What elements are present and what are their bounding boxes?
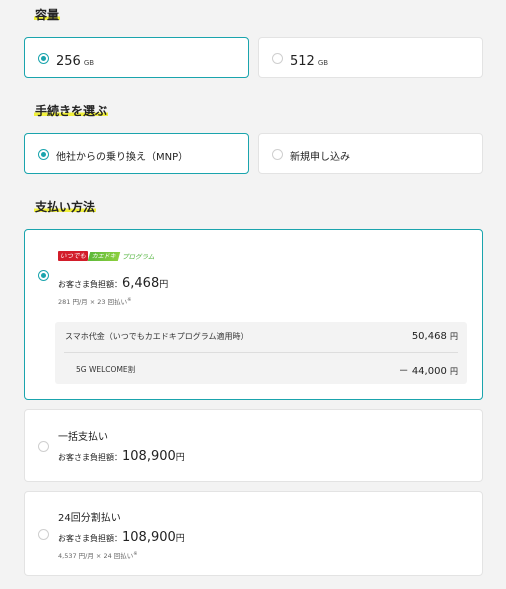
detail-unit: 円 [450, 332, 458, 341]
radio-selected-icon[interactable] [38, 53, 49, 64]
burden-label: お客さま負担額： [58, 534, 122, 543]
radio-selected-icon[interactable] [38, 149, 49, 160]
radio-unselected-icon[interactable] [38, 529, 49, 540]
detail-value-phone-price: 50,468 円 [412, 331, 458, 342]
burden-price: 108,900 [122, 449, 176, 464]
detail-label-phone-price: スマホ代金（いつでもカエドキプログラム適用時） [65, 332, 249, 341]
price-unit: 円 [175, 534, 185, 544]
procedure-heading-text: 手続きを選ぶ [34, 104, 109, 118]
logo-name-text: カエドキ [87, 251, 121, 261]
detail-label-welcome-discount: 5G WELCOME割 [76, 365, 136, 374]
price-unit: 円 [159, 280, 169, 290]
capacity-value: 512 [290, 54, 315, 69]
burden-price: 6,468 [122, 276, 160, 291]
procedure-option-mnp[interactable]: 他社からの乗り換え（MNP） [24, 133, 249, 174]
capacity-heading: 容量 [34, 8, 61, 22]
logo-suffix-text: プログラム [122, 253, 155, 261]
procedure-heading: 手続きを選ぶ [34, 104, 109, 118]
breakdown-text: 4,537 円/月 × 24 回払い [58, 552, 134, 560]
breakdown-note-mark: ※ [133, 550, 138, 557]
radio-unselected-icon[interactable] [272, 53, 283, 64]
radio-unselected-icon[interactable] [272, 149, 283, 160]
detail-value-welcome-discount: － 44,000 円 [399, 362, 458, 377]
capacity-unit: GB [83, 59, 95, 67]
procedure-option-label: 新規申し込み [290, 152, 350, 163]
kaedoki-program-logo: いつでも カエドキ プログラム [58, 250, 154, 262]
breakdown-note-mark: ※ [127, 296, 132, 303]
kaedoki-breakdown: 281 円/月 × 23 回払い※ [58, 296, 131, 306]
payment-heading-text: 支払い方法 [34, 200, 97, 214]
breakdown-text: 281 円/月 × 23 回払い [58, 298, 128, 306]
procedure-option-new[interactable]: 新規申し込み [258, 133, 483, 174]
detail-divider [64, 352, 458, 353]
burden-label: お客さま負担額： [58, 453, 122, 462]
capacity-heading-text: 容量 [34, 8, 61, 22]
logo-brand-text: いつでも [58, 251, 88, 261]
capacity-value: 256 [56, 54, 81, 69]
capacity-option-512[interactable]: 512 GB [258, 37, 483, 78]
lump-sum-burden-row: お客さま負担額： 108,900 円 [58, 449, 185, 464]
detail-value: － 44,000 [398, 366, 447, 377]
split24-title: 24回分割払い [58, 513, 121, 524]
detail-unit: 円 [450, 367, 458, 376]
procedure-option-label: 他社からの乗り換え（MNP） [56, 152, 189, 163]
burden-label: お客さま負担額： [58, 280, 122, 289]
payment-option-lump-sum[interactable] [24, 409, 483, 482]
kaedoki-burden-row: お客さま負担額： 6,468 円 [58, 276, 168, 291]
capacity-unit: GB [317, 59, 329, 67]
split24-breakdown: 4,537 円/月 × 24 回払い※ [58, 550, 137, 560]
split24-burden-row: お客さま負担額： 108,900 円 [58, 530, 185, 545]
burden-price: 108,900 [122, 530, 176, 545]
detail-value: 50,468 [411, 331, 447, 342]
payment-heading: 支払い方法 [34, 200, 97, 214]
radio-selected-icon[interactable] [38, 270, 49, 281]
lump-sum-title: 一括支払い [58, 432, 108, 443]
price-unit: 円 [175, 453, 185, 463]
radio-unselected-icon[interactable] [38, 441, 49, 452]
capacity-option-256[interactable]: 256 GB [24, 37, 249, 78]
